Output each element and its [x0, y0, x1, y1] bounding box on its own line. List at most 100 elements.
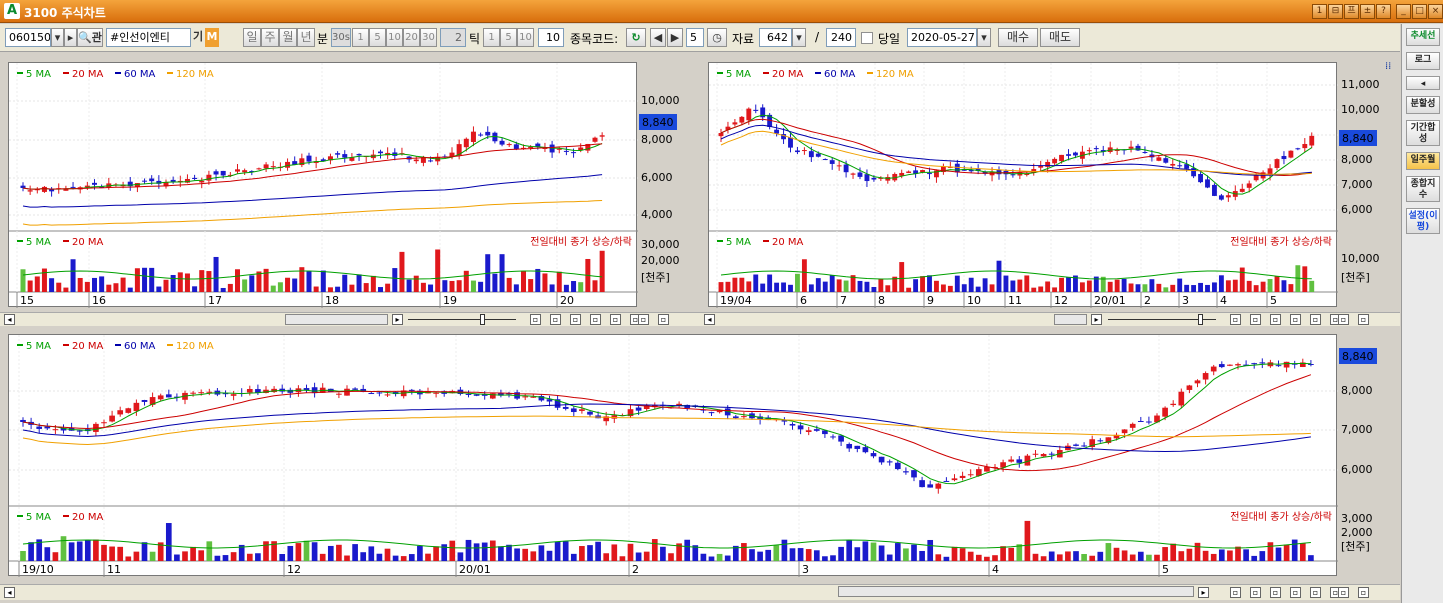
minute-20-button[interactable]: 20 — [403, 28, 420, 47]
daily-chart-scrollbar[interactable]: ◂ ▸ ▫ ▫ ▫ ▫ ▫ ▫ ▫ ▫ — [0, 584, 1400, 600]
scroll-left-button-2[interactable]: ◂ — [704, 314, 715, 325]
minute-30-button[interactable]: 30 — [420, 28, 437, 47]
daily-image-icon[interactable]: ▫ — [1270, 587, 1281, 598]
volume-bar — [1260, 281, 1266, 292]
stock-code-input[interactable]: 060150 — [5, 28, 51, 47]
print-icon[interactable]: ▫ — [550, 314, 561, 325]
today-checkbox[interactable] — [861, 32, 873, 44]
image-icon[interactable]: ▫ — [570, 314, 581, 325]
window-alt-icon-2[interactable]: ▫ — [1358, 314, 1369, 325]
daily-lock-icon[interactable]: ▫ — [1230, 587, 1241, 598]
scroll-thumb-2[interactable] — [1054, 314, 1087, 325]
date-input[interactable]: 2020-05-27 — [907, 28, 977, 47]
candle-body — [1146, 421, 1152, 423]
lock-icon-2[interactable]: ▫ — [1230, 314, 1241, 325]
tick-5-button[interactable]: 5 — [500, 28, 517, 47]
search-button[interactable]: 🔍관 — [77, 28, 103, 47]
log-button[interactable]: 로그 — [1406, 52, 1440, 70]
refresh-button[interactable]: ↻ — [626, 28, 646, 47]
scroll-thumb[interactable] — [285, 314, 388, 325]
daily-scroll-thumb[interactable] — [838, 586, 1194, 597]
lock-icon[interactable]: ▫ — [530, 314, 541, 325]
period-compose-button[interactable]: 기간합성 — [1406, 120, 1440, 146]
next-arrow-button[interactable]: ▸ — [64, 28, 77, 47]
zoom-slider-track[interactable] — [408, 319, 516, 320]
daily-window-icon[interactable]: ▫ — [1338, 587, 1349, 598]
window-icon-2[interactable]: ▫ — [1338, 314, 1349, 325]
minute-10-button[interactable]: 10 — [386, 28, 403, 47]
data-count-dropdown-button[interactable]: ▾ — [792, 28, 806, 47]
minute-5-button[interactable]: 5 — [369, 28, 386, 47]
scroll-left-button[interactable]: ◂ — [4, 314, 15, 325]
volume-bar — [651, 539, 658, 561]
top-charts-scrollbar[interactable]: ◂ ▸ ◂ ▸ ▫ ▫ ▫ ▫ ▫ ▫ ▫ ▫ ▫ ▫ ▫ ▫ ▫ ▫ ▫ ▫ — [0, 312, 1400, 326]
pin-button[interactable]: 1 — [1312, 4, 1327, 19]
zoom-slider-handle-2[interactable] — [1198, 314, 1203, 325]
date-dropdown-button[interactable]: ▾ — [977, 28, 991, 47]
volume-bar — [84, 540, 91, 561]
trendline-button[interactable]: 추세선 — [1406, 28, 1440, 46]
layout-button[interactable]: ⊟ — [1328, 4, 1343, 19]
daily-zoom-in-icon[interactable]: ▫ — [1310, 587, 1321, 598]
daily-window-alt-icon[interactable]: ▫ — [1358, 587, 1369, 598]
flag-gi[interactable]: 기 — [191, 28, 205, 47]
monthly-chart-plot[interactable]: 19/04 6 7 8 9 10 11 12 20/01 2 3 4 5 5 MA 20 MA 60 MA 12… — [708, 62, 1338, 308]
split-button[interactable]: 분할성 — [1406, 96, 1440, 114]
volume-bar — [805, 549, 812, 561]
tick-10-button[interactable]: 10 — [517, 28, 534, 47]
settings-icon[interactable]: ▫ — [590, 314, 601, 325]
volume-bar — [789, 548, 796, 561]
minute-custom-input[interactable]: 2 — [440, 28, 466, 47]
total-input[interactable]: 240 — [826, 28, 856, 47]
window-icon[interactable]: ▫ — [638, 314, 649, 325]
price-tick-label: 4,000 — [641, 208, 673, 221]
sell-button[interactable]: 매도 — [1040, 28, 1080, 47]
period-month-button[interactable]: 월 — [279, 28, 297, 47]
maximize-button[interactable]: □ — [1412, 4, 1427, 19]
help-button[interactable]: ? — [1376, 4, 1391, 19]
print-icon-2[interactable]: ▫ — [1250, 314, 1261, 325]
print-button[interactable]: 프 — [1344, 4, 1359, 19]
daily-settings-icon[interactable]: ▫ — [1290, 587, 1301, 598]
scroll-right-button-2[interactable]: ▸ — [1091, 314, 1102, 325]
minute-1-button[interactable]: 1 — [352, 28, 369, 47]
volume-bar — [125, 556, 132, 561]
minimize-button[interactable]: _ — [1396, 4, 1411, 19]
tick-1-button[interactable]: 1 — [483, 28, 500, 47]
prev-button[interactable]: ◀ — [650, 28, 666, 47]
window-alt-icon[interactable]: ▫ — [658, 314, 669, 325]
chart-settings-icon[interactable]: ⁞⁞ — [1385, 61, 1391, 72]
close-button[interactable]: × — [1428, 4, 1443, 19]
daily-scroll-right-button[interactable]: ▸ — [1198, 587, 1209, 598]
weekly-chart-plot[interactable]: 15 16 17 18 19 20 5 MA 20 MA 60 MA 120 MA 5 MA 20 M… — [8, 62, 638, 308]
collapse-button[interactable]: ◂ — [1406, 76, 1440, 90]
daily-scroll-left-button[interactable]: ◂ — [4, 587, 15, 598]
next-button[interactable]: ▶ — [667, 28, 683, 47]
tick-custom-input[interactable]: 10 — [538, 28, 564, 47]
stock-code-dropdown-button[interactable]: ▾ — [51, 28, 64, 47]
candle-body — [52, 429, 59, 431]
zoom-in-icon[interactable]: ▫ — [610, 314, 621, 325]
period-week-button[interactable]: 주 — [261, 28, 279, 47]
composite-index-button[interactable]: 종합지수 — [1406, 176, 1440, 202]
zoom-in-icon-2[interactable]: ▫ — [1310, 314, 1321, 325]
period-day-button[interactable]: 일 — [243, 28, 261, 47]
buy-button[interactable]: 매수 — [998, 28, 1038, 47]
period-year-button[interactable]: 년 — [297, 28, 315, 47]
scroll-right-button[interactable]: ▸ — [392, 314, 403, 325]
data-count-input[interactable]: 642 — [759, 28, 792, 47]
image-icon-2[interactable]: ▫ — [1270, 314, 1281, 325]
flag-m[interactable]: M — [205, 28, 219, 47]
candle-body — [234, 169, 241, 172]
settings-icon-2[interactable]: ▫ — [1290, 314, 1301, 325]
resize-button[interactable]: ± — [1360, 4, 1375, 19]
day-week-month-button[interactable]: 일주월 — [1406, 152, 1440, 170]
count-input[interactable]: 5 — [686, 28, 704, 47]
ma-settings-button[interactable]: 설정(이평) — [1406, 208, 1440, 234]
daily-print-icon[interactable]: ▫ — [1250, 587, 1261, 598]
zoom-slider-handle[interactable] — [480, 314, 485, 325]
clock-button[interactable]: ◷ — [707, 28, 727, 47]
stock-name-field[interactable]: #인선이엔티 — [106, 28, 191, 47]
minute-value-input[interactable]: 30s — [331, 28, 351, 47]
daily-chart-plot[interactable]: 19/10 11 12 20/01 2 3 4 5 5 MA 20 MA 60 MA 120 MA 5 … — [8, 334, 1338, 577]
